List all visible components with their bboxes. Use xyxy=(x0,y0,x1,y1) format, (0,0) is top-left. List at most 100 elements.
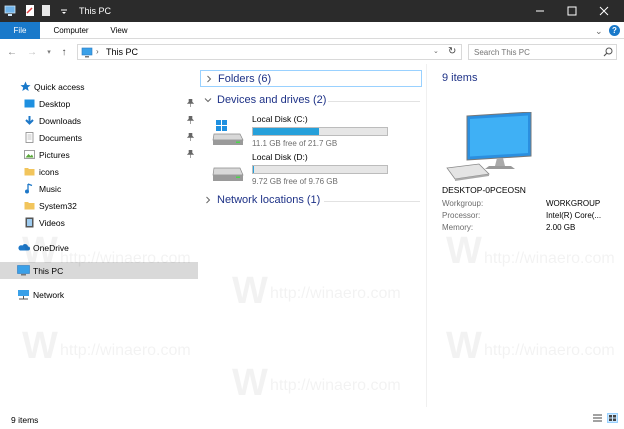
sidebar-item-label: OneDrive xyxy=(33,243,69,253)
details-view-icon[interactable] xyxy=(592,413,603,423)
prop-label-workgroup: Workgroup: xyxy=(442,199,484,208)
expand-ribbon-icon[interactable]: ⌄ xyxy=(595,26,603,37)
folder-icon xyxy=(24,166,35,177)
close-button[interactable] xyxy=(588,0,620,22)
drive-free-space: 11.1 GB free of 21.7 GB xyxy=(252,139,338,148)
search-icon[interactable] xyxy=(603,47,613,59)
prop-value-workgroup: WORKGROUP xyxy=(546,199,601,208)
forward-button[interactable]: → xyxy=(26,45,38,59)
downloads-folder-icon xyxy=(24,115,35,126)
sidebar-item-downloads[interactable]: Downloads xyxy=(0,112,198,129)
sidebar-item-desktop[interactable]: Desktop xyxy=(0,95,198,112)
chevron-right-icon[interactable] xyxy=(204,196,212,204)
back-button[interactable]: ← xyxy=(6,45,18,59)
sidebar-item-label: This PC xyxy=(33,266,64,276)
sidebar-item-label: Documents xyxy=(39,133,82,143)
this-pc-icon[interactable] xyxy=(4,4,16,17)
quick-access-dropdown-icon[interactable] xyxy=(58,4,70,17)
breadcrumb-this-pc[interactable]: This PC xyxy=(106,47,138,57)
refresh-icon[interactable]: ↻ xyxy=(448,46,456,57)
tab-computer[interactable]: Computer xyxy=(46,22,96,39)
sidebar-item-label: Music xyxy=(39,184,62,194)
new-folder-icon[interactable] xyxy=(40,4,52,17)
sidebar-item-label: Desktop xyxy=(39,99,71,109)
group-network-locations[interactable]: Network locations (1) xyxy=(200,192,422,209)
folder-icon xyxy=(24,200,35,211)
ribbon-tabs: File Computer View ⌄ ? xyxy=(0,22,624,39)
prop-value-memory: 2.00 GB xyxy=(546,223,576,232)
desktop-folder-icon xyxy=(24,98,35,109)
tab-file[interactable]: File xyxy=(0,22,40,39)
sidebar-item-pictures[interactable]: Pictures xyxy=(0,146,198,163)
drive-name: Local Disk (C:) xyxy=(252,114,308,124)
drive-usage-fill xyxy=(253,128,319,135)
large-icons-view-icon[interactable] xyxy=(607,413,618,423)
recent-locations-button[interactable]: ▾ xyxy=(43,45,55,59)
sidebar-item-label: Videos xyxy=(39,218,65,228)
computer-name: DESKTOP-0PCEOSN xyxy=(442,185,526,195)
help-button[interactable]: ? xyxy=(609,25,620,36)
chevron-right-icon[interactable] xyxy=(205,75,213,83)
group-divider xyxy=(324,201,420,202)
maximize-button[interactable] xyxy=(556,0,588,22)
music-icon xyxy=(24,183,35,194)
sidebar-item-label: Downloads xyxy=(39,116,82,126)
breadcrumb-separator[interactable]: › xyxy=(96,47,99,56)
documents-folder-icon xyxy=(24,132,35,143)
sidebar-item-label: Pictures xyxy=(39,150,70,160)
prop-label-memory: Memory: xyxy=(442,223,474,232)
this-pc-icon xyxy=(17,265,30,276)
pin-icon[interactable] xyxy=(186,149,195,158)
prop-value-processor: Intel(R) Core(... xyxy=(546,211,602,220)
pictures-folder-icon xyxy=(24,149,35,160)
window-title: This PC xyxy=(79,6,112,16)
group-devices-and-drives[interactable]: Devices and drives (2) xyxy=(200,92,422,109)
minimize-button[interactable] xyxy=(524,0,556,22)
sidebar-item-music[interactable]: Music xyxy=(0,180,198,197)
sidebar-item-videos[interactable]: Videos xyxy=(0,214,198,231)
sidebar-item-onedrive[interactable]: OneDrive xyxy=(0,239,198,256)
search-input[interactable] xyxy=(474,47,594,58)
sidebar-item-network[interactable]: Network xyxy=(0,286,198,303)
navigation-pane: Quick access Desktop Downloads Documents… xyxy=(0,64,198,407)
group-folders[interactable]: Folders (6) xyxy=(200,70,422,87)
sidebar-item-documents[interactable]: Documents xyxy=(0,129,198,146)
tab-view[interactable]: View xyxy=(102,22,136,39)
up-button[interactable]: ↑ xyxy=(58,45,70,59)
group-label: Devices and drives (2) xyxy=(217,94,327,106)
address-dropdown-icon[interactable]: ⌄ xyxy=(433,47,439,55)
drive-d[interactable]: Local Disk (D:) 9.72 GB free of 9.76 GB xyxy=(212,152,412,186)
sidebar-item-label: Quick access xyxy=(34,82,85,92)
onedrive-cloud-icon xyxy=(18,242,30,253)
status-bar: 9 items xyxy=(0,407,624,429)
drive-name: Local Disk (D:) xyxy=(252,152,308,162)
drive-usage-fill xyxy=(253,166,254,173)
prop-label-processor: Processor: xyxy=(442,211,481,220)
details-item-count: 9 items xyxy=(442,72,478,84)
group-divider xyxy=(328,101,420,102)
this-pc-small-icon xyxy=(81,47,93,60)
status-item-count: 9 items xyxy=(11,415,39,425)
drive-free-space: 9.72 GB free of 9.76 GB xyxy=(252,177,338,186)
pin-icon[interactable] xyxy=(186,132,195,141)
sidebar-item-this-pc[interactable]: This PC xyxy=(0,262,198,279)
details-pane: 9 items DESKTOP-0PCEOSN Workgroup: WORKG… xyxy=(426,64,624,407)
title-bar: This PC xyxy=(0,0,624,22)
chevron-down-icon[interactable] xyxy=(204,96,212,104)
windows-drive-icon xyxy=(212,120,246,146)
drive-c[interactable]: Local Disk (C:) 11.1 GB free of 21.7 GB xyxy=(212,114,412,148)
sidebar-item-quick-access[interactable]: Quick access xyxy=(0,78,198,95)
pin-icon[interactable] xyxy=(186,115,195,124)
sidebar-item-icons[interactable]: icons xyxy=(0,163,198,180)
pin-icon[interactable] xyxy=(186,98,195,107)
star-icon xyxy=(20,81,31,92)
network-icon xyxy=(17,289,29,300)
hard-drive-icon xyxy=(212,158,246,184)
sidebar-item-label: Network xyxy=(33,290,65,300)
sidebar-item-system32[interactable]: System32 xyxy=(0,197,198,214)
address-bar[interactable]: › This PC ⌄ ↻ xyxy=(77,44,462,60)
sidebar-item-label: icons xyxy=(39,167,59,177)
properties-icon[interactable] xyxy=(24,4,36,17)
computer-large-icon xyxy=(445,111,537,188)
search-box[interactable] xyxy=(468,44,617,60)
